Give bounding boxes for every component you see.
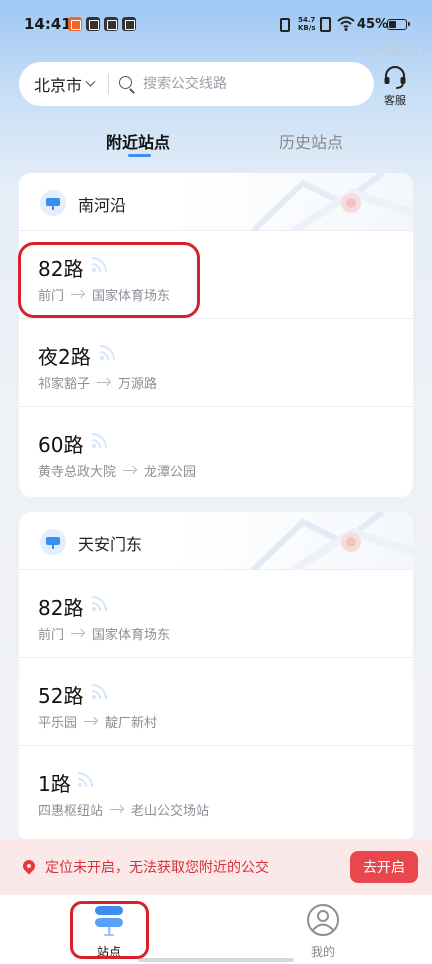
route-origin: 祁家豁子: [38, 377, 91, 392]
tab-nearby-stations[interactable]: 附近站点: [106, 129, 170, 153]
location-pin-icon: [22, 860, 36, 874]
search-bar: 北京市: [19, 62, 374, 106]
nav-item-stations[interactable]: 站点: [69, 903, 149, 960]
location-disabled-banner: 定位未开启，无法获取您附近的公交 去开启: [0, 839, 432, 895]
route-destination: 老山公交场站: [131, 804, 210, 819]
route-destination: 国家体育场东: [92, 289, 171, 304]
bottom-nav: 站点 我的: [0, 895, 432, 964]
customer-service-label: 客服: [384, 94, 406, 107]
city-selector[interactable]: 北京市: [34, 72, 96, 96]
tab-history-stations[interactable]: 历史站点: [279, 129, 343, 153]
realtime-signal-icon: [91, 684, 107, 700]
city-label: 北京市: [34, 76, 83, 95]
realtime-signal-icon: [77, 772, 93, 788]
station-header[interactable]: 南河沿: [19, 173, 413, 231]
realtime-signal-icon: [99, 345, 115, 361]
realtime-signal-icon: [91, 257, 107, 273]
route-name: 1路: [38, 772, 71, 796]
notification-app-icon: [86, 17, 100, 31]
arrow-right-icon: [71, 629, 85, 639]
route-origin: 前门: [38, 628, 65, 643]
route-direction: 祁家豁子 万源路: [38, 373, 157, 392]
vibrate-icon: [280, 18, 290, 32]
route-direction: 前门 国家体育场东: [38, 285, 170, 304]
route-row[interactable]: 60路 黄寺总政大院 龙潭公园: [19, 407, 413, 495]
battery-icon: [387, 19, 410, 30]
route-name: 60路: [38, 433, 84, 457]
route-origin: 前门: [38, 289, 65, 304]
map-decoration: [250, 173, 413, 231]
bus-stop-icon: [40, 529, 66, 555]
station-header[interactable]: 天安门东: [19, 512, 413, 570]
route-row[interactable]: 82路 前门 国家体育场东: [19, 570, 413, 658]
headset-icon: [384, 66, 406, 89]
battery-percent: 45%: [357, 17, 389, 32]
wifi-icon: [337, 16, 355, 31]
realtime-signal-icon: [91, 596, 107, 612]
station-card: 南河沿 82路 前门 国家体育场东 夜2路 祁家豁子 万源路 60路 黄寺总政大…: [19, 173, 413, 497]
chevron-down-icon: [85, 76, 96, 87]
route-row[interactable]: 52路 平乐园 靛厂新村: [19, 658, 413, 746]
status-time: 14:41: [24, 15, 72, 33]
route-direction: 平乐园 靛厂新村: [38, 712, 157, 731]
station-card: 天安门东 82路 前门 国家体育场东 52路 平乐园 靛厂新村 1路 四惠枢纽站: [19, 512, 413, 842]
station-name: 天安门东: [78, 535, 143, 554]
route-name: 夜2路: [38, 345, 91, 369]
station-name: 南河沿: [78, 196, 127, 215]
route-destination: 靛厂新村: [105, 716, 158, 731]
arrow-right-icon: [97, 378, 111, 388]
nav-label: 站点: [96, 945, 121, 959]
map-decoration: [250, 512, 413, 570]
customer-service-button[interactable]: 客服: [380, 64, 410, 108]
arrow-right-icon: [71, 290, 85, 300]
enable-location-button[interactable]: 去开启: [350, 851, 418, 883]
bus-stop-icon: [40, 190, 66, 216]
route-direction: 黄寺总政大院 龙潭公园: [38, 461, 196, 480]
route-origin: 黄寺总政大院: [38, 465, 117, 480]
bus-stop-sign-icon: [95, 906, 123, 936]
network-speed: 54.7 KB/s: [298, 16, 316, 32]
nav-label: 我的: [310, 945, 335, 959]
home-indicator[interactable]: [138, 958, 294, 962]
realtime-signal-icon: [91, 433, 107, 449]
route-destination: 国家体育场东: [92, 628, 171, 643]
route-name: 82路: [38, 596, 84, 620]
no-sim-icon: [320, 17, 331, 32]
search-icon: [119, 75, 136, 93]
divider: [108, 74, 110, 94]
arrow-right-icon: [84, 717, 98, 727]
route-destination: 龙潭公园: [144, 465, 197, 480]
notification-app-icon: [122, 17, 136, 31]
route-destination: 万源路: [118, 377, 158, 392]
notification-app-icon: [104, 17, 118, 31]
route-row[interactable]: 1路 四惠枢纽站 老山公交场站: [19, 746, 413, 834]
location-message: 定位未开启，无法获取您附近的公交: [45, 860, 269, 876]
status-bar: 14:41 54.7 KB/s 45%: [0, 0, 432, 50]
notification-app-icon: [68, 17, 82, 31]
route-name: 82路: [38, 257, 84, 281]
route-row[interactable]: 夜2路 祁家豁子 万源路: [19, 319, 413, 407]
route-name: 52路: [38, 684, 84, 708]
route-origin: 平乐园: [38, 716, 78, 731]
route-row[interactable]: 82路 前门 国家体育场东: [19, 231, 413, 319]
user-profile-icon: [307, 904, 339, 936]
route-origin: 四惠枢纽站: [38, 804, 104, 819]
arrow-right-icon: [123, 466, 137, 476]
watermark: ID:f08097: [363, 44, 428, 59]
route-direction: 四惠枢纽站 老山公交场站: [38, 800, 209, 819]
nav-item-mine[interactable]: 我的: [283, 903, 363, 960]
arrow-right-icon: [110, 805, 124, 815]
search-input[interactable]: [143, 76, 344, 92]
active-tab-indicator: [128, 154, 151, 157]
route-direction: 前门 国家体育场东: [38, 624, 170, 643]
